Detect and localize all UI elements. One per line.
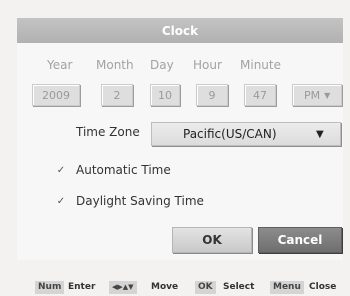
ampm-select[interactable]: PM ▼ (292, 84, 342, 106)
automatic-time-label: Automatic Time (76, 163, 171, 177)
minute-label: Minute (240, 58, 281, 72)
num-key: Num (35, 281, 65, 294)
checkmark-icon[interactable]: ✓ (56, 165, 66, 176)
cancel-button[interactable]: Cancel (258, 227, 342, 253)
move-action: Move (151, 282, 179, 292)
dialog-title: Clock (17, 18, 343, 43)
timezone-label: Time Zone (76, 125, 140, 139)
close-action: Close (309, 282, 337, 292)
checkmark-icon[interactable]: ✓ (56, 196, 66, 207)
month-label: Month (96, 58, 134, 72)
timezone-value: Pacific(US/CAN) (183, 127, 277, 141)
ok-key: OK (195, 281, 216, 294)
arrow-keys-icon: ◀▶▲▼ (109, 281, 137, 294)
minute-field[interactable]: 47 (244, 84, 276, 106)
timezone-select[interactable]: Pacific(US/CAN) ▼ (151, 122, 341, 146)
automatic-time-option[interactable]: ✓ Automatic Time (56, 163, 171, 177)
dropdown-arrow-icon: ▼ (316, 128, 324, 140)
menu-key: Menu (270, 281, 304, 294)
daylight-saving-option[interactable]: ✓ Daylight Saving Time (56, 194, 204, 208)
num-action: Enter (68, 282, 96, 292)
ampm-value: PM (304, 88, 321, 102)
hour-field[interactable]: 9 (196, 84, 228, 106)
day-field[interactable]: 10 (150, 84, 180, 106)
day-label: Day (150, 58, 174, 72)
chevron-down-icon: ▼ (324, 90, 331, 100)
select-action: Select (223, 282, 255, 292)
year-label: Year (47, 58, 73, 72)
daylight-saving-label: Daylight Saving Time (76, 194, 204, 208)
year-field[interactable]: 2009 (32, 84, 80, 106)
hour-label: Hour (193, 58, 222, 72)
key-help-bar: Num Enter ◀▶▲▼ Move OK Select Menu Close (0, 281, 350, 295)
month-field[interactable]: 2 (101, 84, 133, 106)
ok-button[interactable]: OK (172, 227, 252, 253)
